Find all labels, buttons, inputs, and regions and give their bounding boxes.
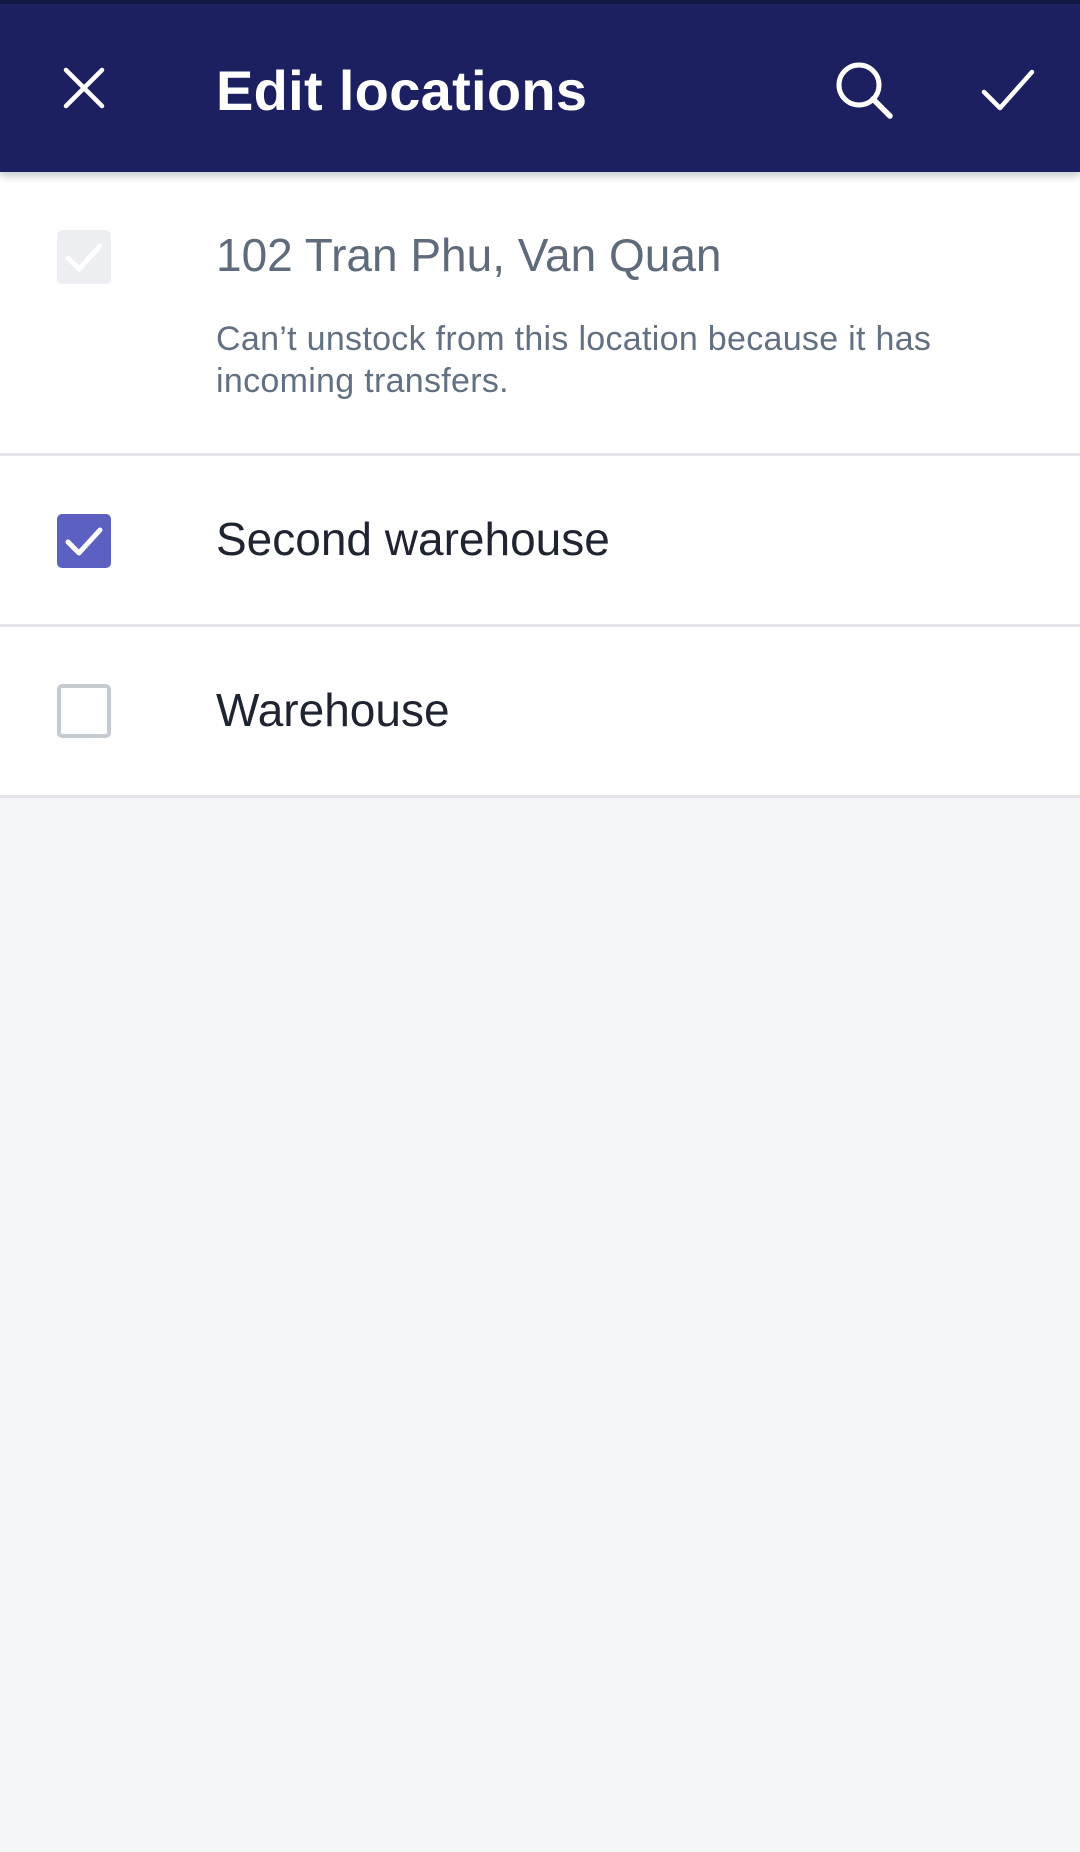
location-row-second-warehouse[interactable]: Second warehouse: [0, 456, 1080, 627]
app-bar: Edit locations: [0, 4, 1080, 172]
location-name: Second warehouse: [216, 513, 610, 565]
location-checkbox-checked[interactable]: [57, 514, 111, 568]
page-title: Edit locations: [216, 59, 588, 122]
checkmark-icon: [65, 243, 103, 272]
location-checkbox-disabled: [57, 230, 111, 284]
location-row-warehouse[interactable]: Warehouse: [0, 627, 1080, 798]
check-icon: [981, 69, 1035, 111]
search-icon: [836, 62, 893, 119]
close-icon: [63, 67, 105, 109]
location-name: Warehouse: [216, 684, 450, 736]
location-name: 102 Tran Phu, Van Quan: [216, 229, 722, 281]
location-note: Can’t unstock from this location because…: [216, 320, 932, 400]
save-button[interactable]: [960, 42, 1056, 138]
checkmark-icon: [65, 527, 103, 556]
location-list: 102 Tran Phu, Van Quan Can’t unstock fro…: [0, 172, 1080, 798]
close-button[interactable]: [36, 40, 132, 136]
location-checkbox-unchecked[interactable]: [57, 684, 111, 738]
search-button[interactable]: [816, 42, 912, 138]
location-row-102-tran-phu: 102 Tran Phu, Van Quan Can’t unstock fro…: [0, 172, 1080, 456]
